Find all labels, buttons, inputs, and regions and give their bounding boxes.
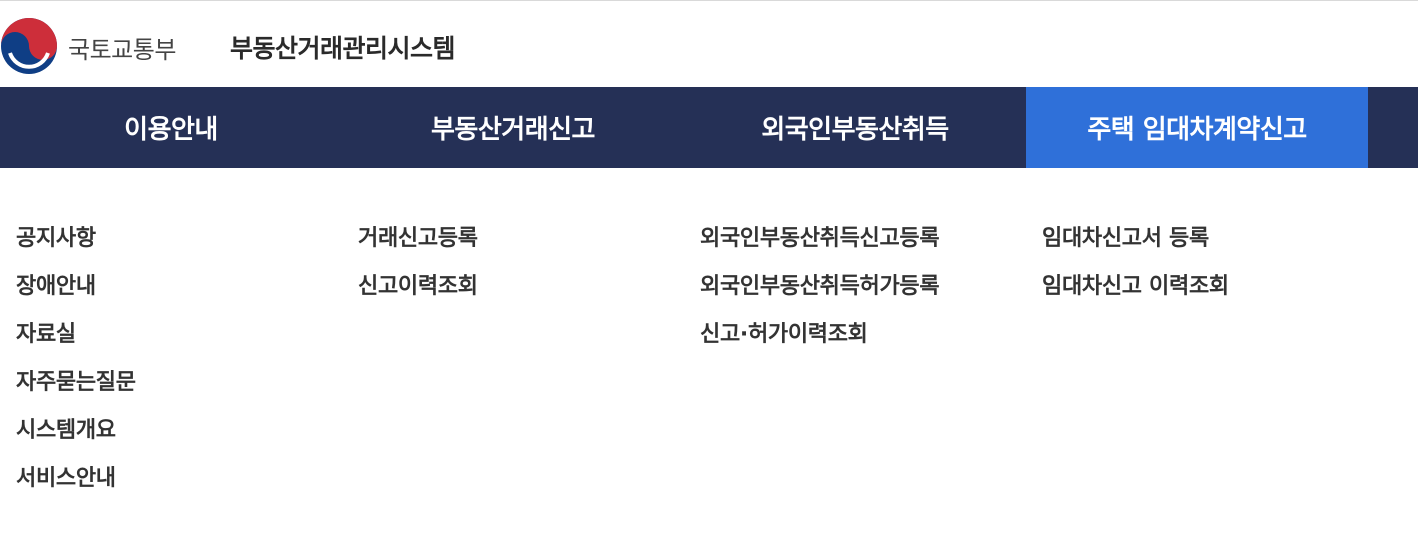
taegeuk-logo-icon[interactable] (0, 17, 58, 75)
submenu-item-report-history[interactable]: 신고이력조회 (358, 264, 478, 312)
main-nav: 이용안내 부동산거래신고 외국인부동산취득 주택 임대차계약신고 (0, 87, 1418, 168)
submenu-column-lease-report: 임대차신고서 등록 임대차신고 이력조회 (1042, 216, 1229, 312)
submenu-item-foreigner-permit-register[interactable]: 외국인부동산취득허가등록 (700, 264, 940, 312)
submenu-item-system-overview[interactable]: 시스템개요 (16, 408, 136, 456)
nav-tab-transaction-report[interactable]: 부동산거래신고 (342, 87, 684, 168)
submenu-item-report-permit-history[interactable]: 신고·허가이력조회 (700, 312, 939, 360)
submenu-column-transaction-report: 거래신고등록 신고이력조회 (358, 216, 478, 312)
submenu-column-foreigner-acquisition: 외국인부동산취득신고등록 외국인부동산취득허가등록 신고·허가이력조회 (700, 216, 940, 360)
submenu-item-outage[interactable]: 장애안내 (16, 264, 136, 312)
submenu-item-report-register[interactable]: 거래신고등록 (358, 216, 478, 264)
site-header: 국토교통부 부동산거래관리시스템 (0, 1, 1418, 87)
ministry-name[interactable]: 국토교통부 (68, 30, 176, 65)
nav-tab-lease-report[interactable]: 주택 임대차계약신고 (1026, 87, 1368, 168)
submenu-item-library[interactable]: 자료실 (16, 312, 136, 360)
submenu-item-notice[interactable]: 공지사항 (16, 216, 136, 264)
submenu-item-lease-register[interactable]: 임대차신고서 등록 (1042, 216, 1229, 264)
submenu-item-service-guide[interactable]: 서비스안내 (16, 456, 136, 504)
submenu-item-foreigner-report-register[interactable]: 외국인부동산취득신고등록 (700, 216, 940, 264)
submenu-column-usage-guide: 공지사항 장애안내 자료실 자주묻는질문 시스템개요 서비스안내 (16, 216, 136, 504)
submenu-item-lease-history[interactable]: 임대차신고 이력조회 (1042, 264, 1229, 312)
nav-tab-usage-guide[interactable]: 이용안내 (0, 87, 342, 168)
system-title[interactable]: 부동산거래관리시스템 (230, 29, 456, 65)
submenu-item-faq[interactable]: 자주묻는질문 (16, 360, 136, 408)
nav-tab-foreigner-acquisition[interactable]: 외국인부동산취득 (684, 87, 1026, 168)
